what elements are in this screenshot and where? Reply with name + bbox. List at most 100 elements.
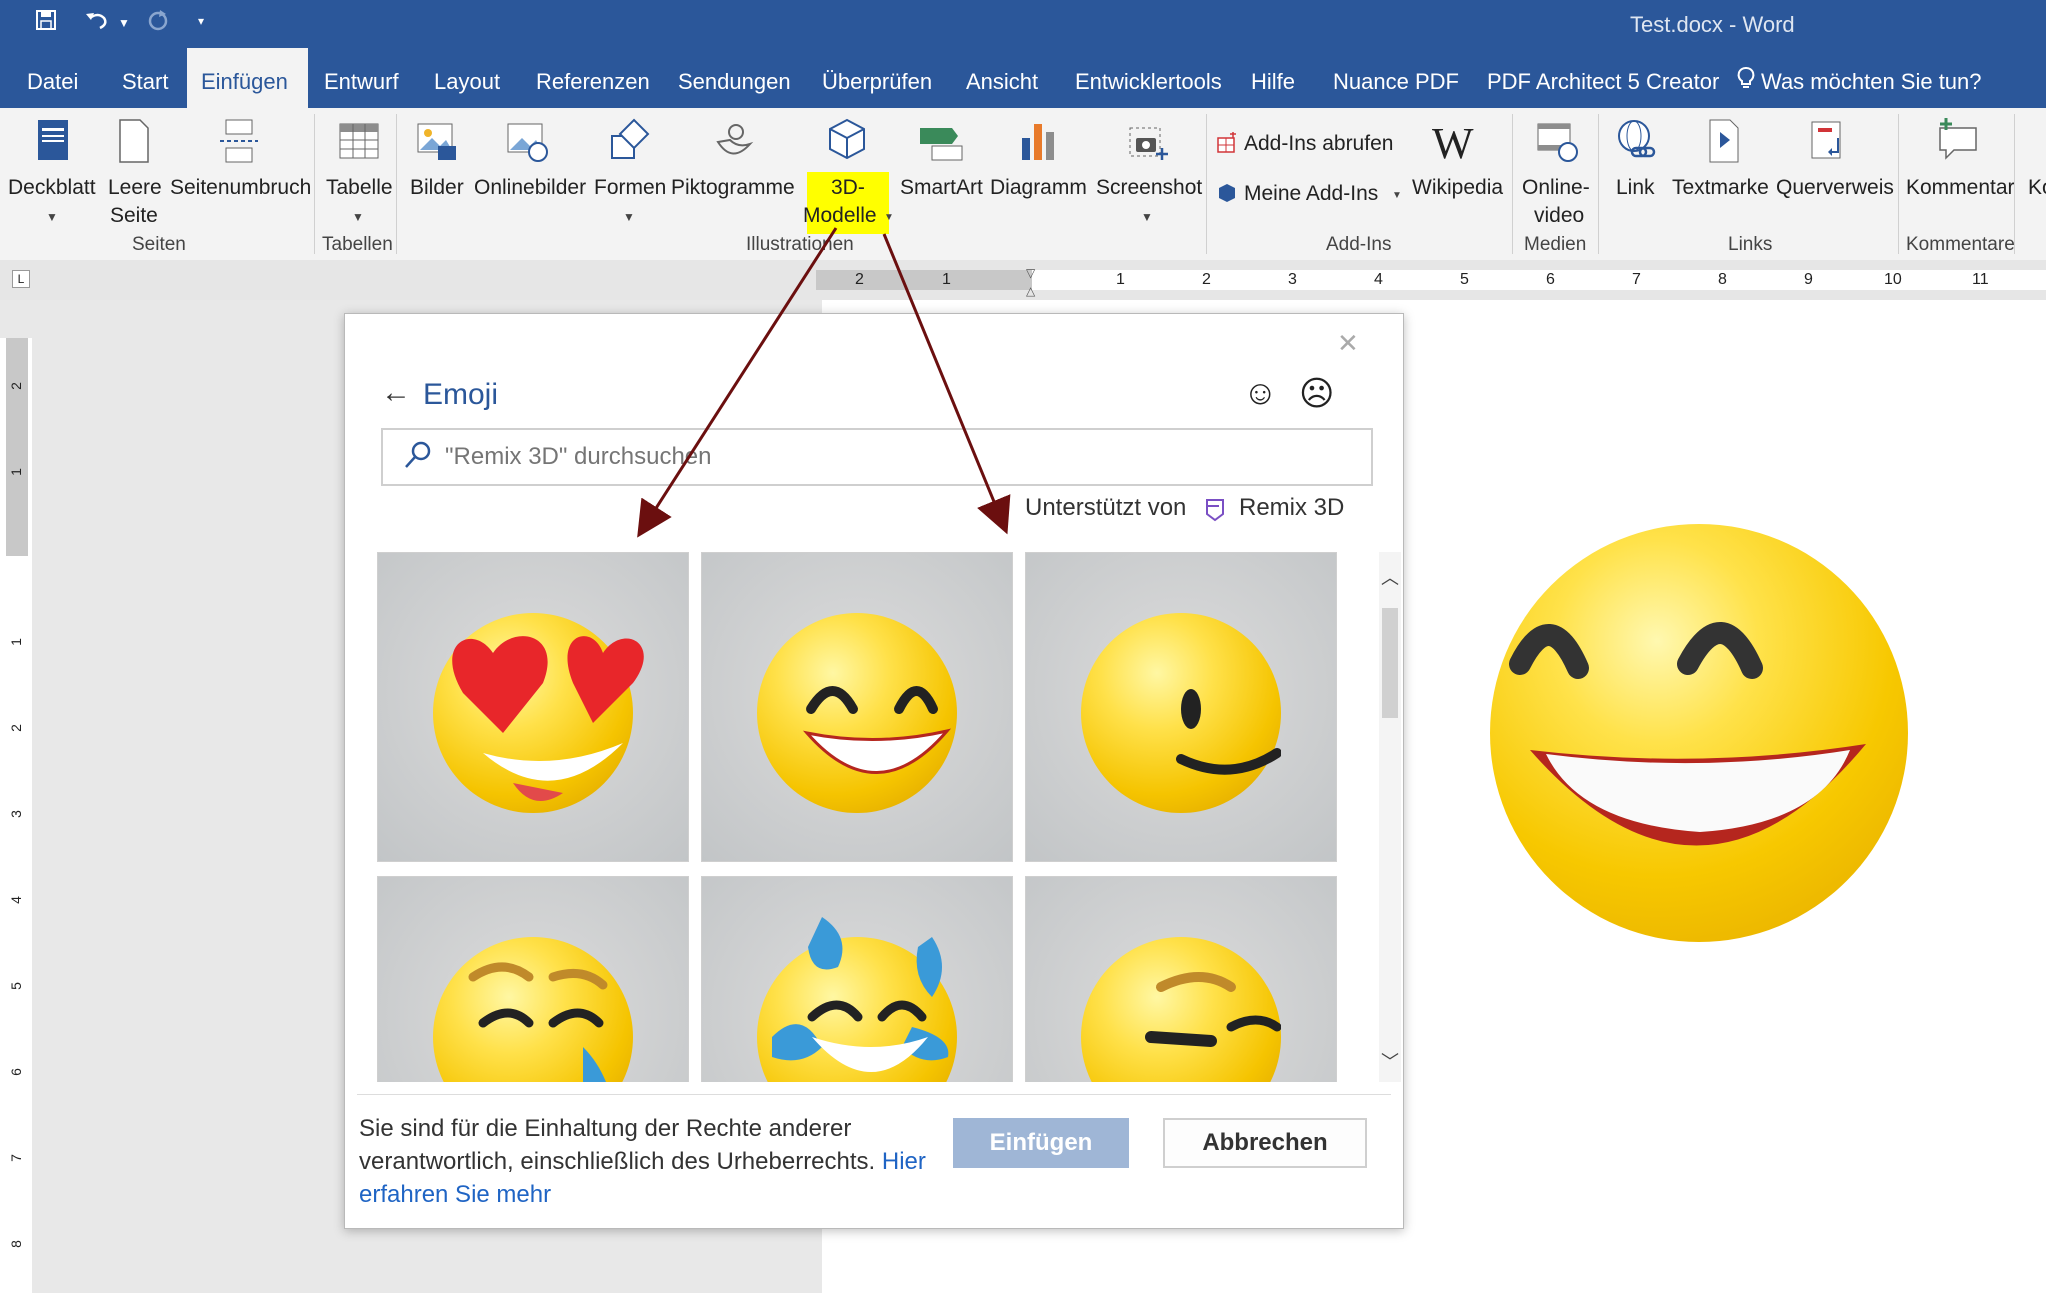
link-icon	[1614, 118, 1660, 164]
emoji-tile-heart-eyes[interactable]	[377, 552, 689, 862]
deckblatt-button[interactable]: Deckblatt	[8, 176, 96, 200]
vruler-tick: 6	[7, 1068, 24, 1076]
dialog-title: Emoji	[423, 378, 499, 411]
ruler-tick: 2	[855, 271, 864, 288]
3d-modelle-button[interactable]: 3D-	[831, 176, 865, 200]
vruler-tick: 2	[7, 724, 24, 732]
wikipedia-icon: W	[1432, 119, 1474, 168]
tab-referenzen[interactable]: Referenzen	[536, 48, 650, 108]
shapes-icon	[606, 118, 652, 164]
deckblatt-dropdown-icon[interactable]: ▼	[46, 210, 58, 224]
emoji-tile-tears-of-joy[interactable]	[701, 876, 1013, 1082]
piktogramme-button[interactable]: Piktogramme	[671, 176, 795, 200]
group-separator	[1898, 114, 1899, 254]
save-icon[interactable]	[34, 8, 58, 38]
group-addins-label: Add-Ins	[1326, 234, 1392, 255]
emoji-tile-relieved[interactable]	[377, 876, 689, 1082]
provider-label: Remix 3D	[1239, 494, 1345, 521]
tab-ueberpruefen[interactable]: Überprüfen	[822, 48, 932, 108]
screenshot-button[interactable]: Screenshot	[1096, 176, 1202, 200]
3d-modelle-dropdown-icon[interactable]: ▼	[884, 212, 894, 223]
frown-feedback-icon[interactable]: ☹	[1299, 374, 1334, 414]
onlinebilder-button[interactable]: Onlinebilder	[474, 176, 586, 200]
tab-einfuegen[interactable]: Einfügen	[187, 48, 308, 108]
my-addins-icon	[1216, 182, 1238, 204]
group-seiten-label: Seiten	[132, 234, 186, 255]
smartart-button[interactable]: SmartArt	[900, 176, 983, 200]
emoji-tile-grinning[interactable]	[701, 552, 1013, 862]
redo-icon[interactable]	[146, 8, 170, 38]
tabelle-button[interactable]: Tabelle	[326, 176, 393, 200]
screenshot-dropdown-icon[interactable]: ▼	[1141, 210, 1153, 224]
ruler-tick: 9	[1804, 271, 1813, 288]
tell-me-box[interactable]: Was möchten Sie tun?	[1737, 48, 1982, 108]
scrollbar[interactable]: ︿ ﹀	[1379, 552, 1401, 1082]
rights-notice-text: Sie sind für die Einhaltung der Rechte a…	[359, 1115, 876, 1175]
search-field[interactable]	[381, 428, 1373, 486]
kommentar-button[interactable]: Kommentar	[1906, 176, 2015, 200]
vruler-tick: 1	[7, 468, 24, 476]
tab-hilfe[interactable]: Hilfe	[1251, 48, 1295, 108]
hanging-indent-icon[interactable]: △	[1026, 284, 1035, 298]
group-separator	[396, 114, 397, 254]
bilder-button[interactable]: Bilder	[410, 176, 464, 200]
link-button[interactable]: Link	[1616, 176, 1655, 200]
tab-pdf-architect[interactable]: PDF Architect 5 Creator	[1487, 48, 1719, 108]
formen-dropdown-icon[interactable]: ▼	[623, 210, 635, 224]
tab-datei[interactable]: Datei	[27, 48, 78, 108]
wikipedia-button[interactable]: Wikipedia	[1412, 176, 1503, 200]
leere-seite-button[interactable]: Leere	[108, 176, 162, 200]
cover-page-icon	[30, 118, 76, 164]
textmarke-button[interactable]: Textmarke	[1672, 176, 1769, 200]
ruler-tick: 11	[1972, 271, 1989, 288]
tab-ansicht[interactable]: Ansicht	[966, 48, 1038, 108]
ruler-tick: 10	[1884, 271, 1902, 288]
search-input[interactable]	[443, 438, 1347, 476]
scroll-up-icon[interactable]: ︿	[1381, 564, 1399, 590]
tab-start[interactable]: Start	[122, 48, 168, 108]
online-video-button[interactable]: Online-	[1522, 176, 1590, 200]
tab-nuance-pdf[interactable]: Nuance PDF	[1333, 48, 1459, 108]
tab-entwurf[interactable]: Entwurf	[324, 48, 399, 108]
emoji-tile-smirking[interactable]	[1025, 552, 1337, 862]
diagramm-button[interactable]: Diagramm	[990, 176, 1087, 200]
querverweis-button[interactable]: Querverweis	[1776, 176, 1894, 200]
close-icon[interactable]: ✕	[1337, 328, 1359, 359]
tab-entwicklertools[interactable]: Entwicklertools	[1075, 48, 1222, 108]
undo-icon[interactable]	[84, 8, 110, 38]
customize-qat-icon[interactable]: ▾	[198, 14, 204, 28]
3d-models-dialog: ✕ ← Emoji ☺ ☹ Unterstützt von Remix 3D	[344, 313, 1404, 1229]
online-video-label-2: video	[1534, 204, 1585, 227]
vertical-ruler[interactable]: 2 1 1 2 3 4 5 6 7 8	[0, 338, 32, 1293]
horizontal-ruler[interactable]: L ▽ △ 2 1 1 2 3 4 5 6 7 8 9 10 11	[0, 260, 2046, 300]
indent-marker-icon[interactable]: ▽	[1026, 266, 1035, 280]
add-ins-abrufen-button[interactable]: Add-Ins abrufen	[1244, 132, 1393, 156]
lightbulb-icon	[1737, 49, 1755, 117]
tab-layout[interactable]: Layout	[434, 48, 500, 108]
tab-sendungen[interactable]: Sendungen	[678, 48, 791, 108]
cancel-button[interactable]: Abbrechen	[1163, 1118, 1367, 1168]
ribbon-cutoff-button[interactable]: Ko	[2028, 176, 2046, 200]
tabelle-dropdown-icon[interactable]: ▼	[352, 210, 364, 224]
online-pictures-icon	[504, 118, 550, 164]
seitenumbruch-button[interactable]: Seitenumbruch	[170, 176, 311, 200]
vruler-tick: 4	[7, 896, 24, 904]
bookmark-icon	[1700, 118, 1746, 164]
tab-selector-icon[interactable]: L	[12, 270, 30, 288]
smile-feedback-icon[interactable]: ☺	[1243, 374, 1278, 413]
group-tabellen-label: Tabellen	[322, 234, 393, 255]
scrollbar-thumb[interactable]	[1382, 608, 1398, 718]
insert-button[interactable]: Einfügen	[953, 1118, 1129, 1168]
emoji-tile-winking[interactable]	[1025, 876, 1337, 1082]
formen-button[interactable]: Formen	[594, 176, 666, 200]
group-separator	[2014, 114, 2015, 254]
meine-add-ins-dropdown-icon[interactable]: ▼	[1392, 190, 1402, 201]
scroll-down-icon[interactable]: ﹀	[1381, 1048, 1399, 1074]
smirking-emoji	[1176, 689, 1281, 775]
meine-add-ins-button[interactable]: Meine Add-Ins	[1244, 182, 1378, 206]
inserted-3d-model-grinning[interactable]	[1490, 524, 1908, 942]
undo-dropdown-icon[interactable]: ▼	[118, 16, 130, 30]
ruler-tick: 3	[1288, 271, 1297, 288]
ruler-tick: 4	[1374, 271, 1383, 288]
back-arrow-icon[interactable]: ←	[381, 376, 411, 410]
